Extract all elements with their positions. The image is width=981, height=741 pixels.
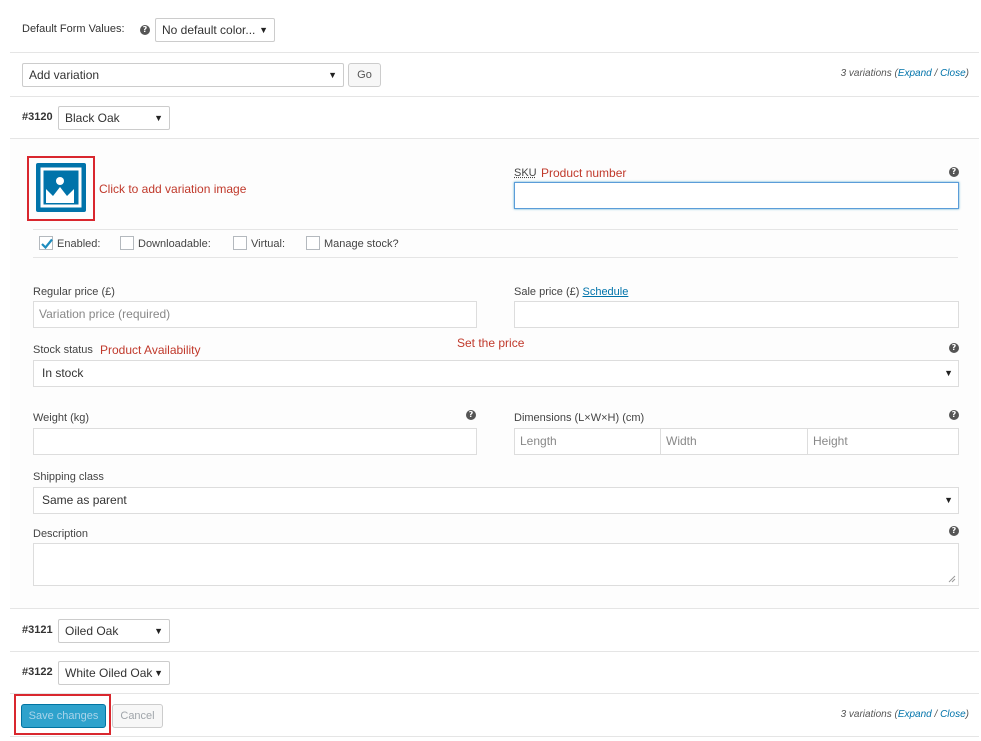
shipping-class-value: Same as parent <box>42 493 127 507</box>
shipping-class-select[interactable]: Same as parent ▼ <box>33 487 959 514</box>
divider <box>10 96 979 97</box>
divider <box>33 257 958 258</box>
dimensions-label: Dimensions (L×W×H) (cm) <box>514 412 645 424</box>
expand-link[interactable]: Expand <box>898 709 932 720</box>
variation-attribute-value: White Oiled Oak <box>65 666 153 680</box>
chevron-down-icon: ▼ <box>944 495 953 505</box>
chevron-down-icon: ▼ <box>154 668 163 678</box>
image-icon <box>40 167 82 208</box>
image-annotation: Click to add variation image <box>99 182 247 196</box>
variation-id: #3120 <box>22 111 53 123</box>
help-icon[interactable]: ? <box>466 410 476 420</box>
variation-attribute-value: Black Oak <box>65 111 120 125</box>
default-color-select[interactable]: No default color... ▼ <box>155 18 275 42</box>
default-color-select-value: No default color... <box>162 23 256 37</box>
sku-annotation: Product number <box>541 166 627 180</box>
enabled-checkbox[interactable] <box>39 236 53 250</box>
help-icon[interactable]: ? <box>949 343 959 353</box>
expand-link[interactable]: Expand <box>898 68 932 79</box>
description-label: Description <box>33 528 89 540</box>
help-icon[interactable]: ? <box>949 526 959 536</box>
weight-input[interactable] <box>33 428 477 455</box>
sale-price-label: Sale price (£) <box>514 286 580 298</box>
divider <box>33 229 958 230</box>
variations-count-text: 3 variations <box>840 68 892 79</box>
variation-id: #3121 <box>22 624 53 636</box>
price-annotation: Set the price <box>457 336 525 350</box>
close-link[interactable]: Close <box>940 709 966 720</box>
close-link[interactable]: Close <box>940 68 966 79</box>
help-icon[interactable]: ? <box>949 410 959 420</box>
variation-attribute-select[interactable]: Black Oak ▼ <box>58 106 170 130</box>
width-input[interactable]: Width <box>660 428 808 455</box>
resize-handle-icon[interactable] <box>948 575 956 583</box>
add-variation-select[interactable]: Add variation ▼ <box>22 63 344 87</box>
enabled-label: Enabled: <box>57 238 101 250</box>
default-form-values-label: Default Form Values: <box>22 23 125 35</box>
chevron-down-icon: ▼ <box>154 113 163 123</box>
chevron-down-icon: ▼ <box>154 626 163 636</box>
regular-price-input[interactable]: Variation price (required) <box>33 301 477 328</box>
downloadable-checkbox[interactable] <box>120 236 134 250</box>
divider <box>10 736 979 737</box>
shipping-class-label: Shipping class <box>33 471 104 483</box>
manage-stock-checkbox[interactable] <box>306 236 320 250</box>
regular-price-label: Regular price (£) <box>33 286 115 298</box>
variation-attribute-select[interactable]: White Oiled Oak ▼ <box>58 661 170 685</box>
length-input[interactable]: Length <box>514 428 661 455</box>
help-icon[interactable]: ? <box>140 25 150 35</box>
variations-count-text: 3 variations <box>840 709 892 720</box>
variation-attribute-value: Oiled Oak <box>65 624 119 638</box>
add-variation-select-value: Add variation <box>29 68 100 82</box>
variation-attribute-select[interactable]: Oiled Oak ▼ <box>58 619 170 643</box>
variations-count-bottom: 3 variations (Expand / Close) <box>840 709 969 720</box>
downloadable-label: Downloadable: <box>138 238 211 250</box>
sale-price-label-row: Sale price (£) Schedule <box>514 286 628 298</box>
divider <box>10 52 979 53</box>
variations-count-top: 3 variations (Expand / Close) <box>840 68 969 79</box>
checkmark-icon <box>41 238 53 250</box>
divider <box>10 651 979 652</box>
save-changes-button[interactable]: Save changes <box>21 704 106 728</box>
stock-status-select[interactable]: In stock ▼ <box>33 360 959 387</box>
sku-input[interactable] <box>514 182 959 209</box>
weight-label: Weight (kg) <box>33 412 90 424</box>
virtual-checkbox[interactable] <box>233 236 247 250</box>
cancel-button[interactable]: Cancel <box>112 704 163 728</box>
schedule-link[interactable]: Schedule <box>582 286 628 298</box>
help-icon[interactable]: ? <box>949 167 959 177</box>
stock-status-label: Stock status <box>33 344 93 356</box>
go-button[interactable]: Go <box>348 63 381 87</box>
divider <box>10 608 979 609</box>
manage-stock-label: Manage stock? <box>324 238 399 250</box>
stock-status-value: In stock <box>42 366 84 380</box>
sale-price-input[interactable] <box>514 301 959 328</box>
height-input[interactable]: Height <box>807 428 959 455</box>
sku-label: SKU <box>514 167 537 179</box>
variation-image-upload[interactable] <box>36 163 86 212</box>
virtual-label: Virtual: <box>251 238 286 250</box>
chevron-down-icon: ▼ <box>328 70 337 80</box>
divider <box>10 693 979 694</box>
chevron-down-icon: ▼ <box>944 368 953 378</box>
chevron-down-icon: ▼ <box>259 25 268 35</box>
stock-annotation: Product Availability <box>100 343 201 357</box>
variation-id: #3122 <box>22 666 53 678</box>
description-textarea[interactable] <box>33 543 959 586</box>
